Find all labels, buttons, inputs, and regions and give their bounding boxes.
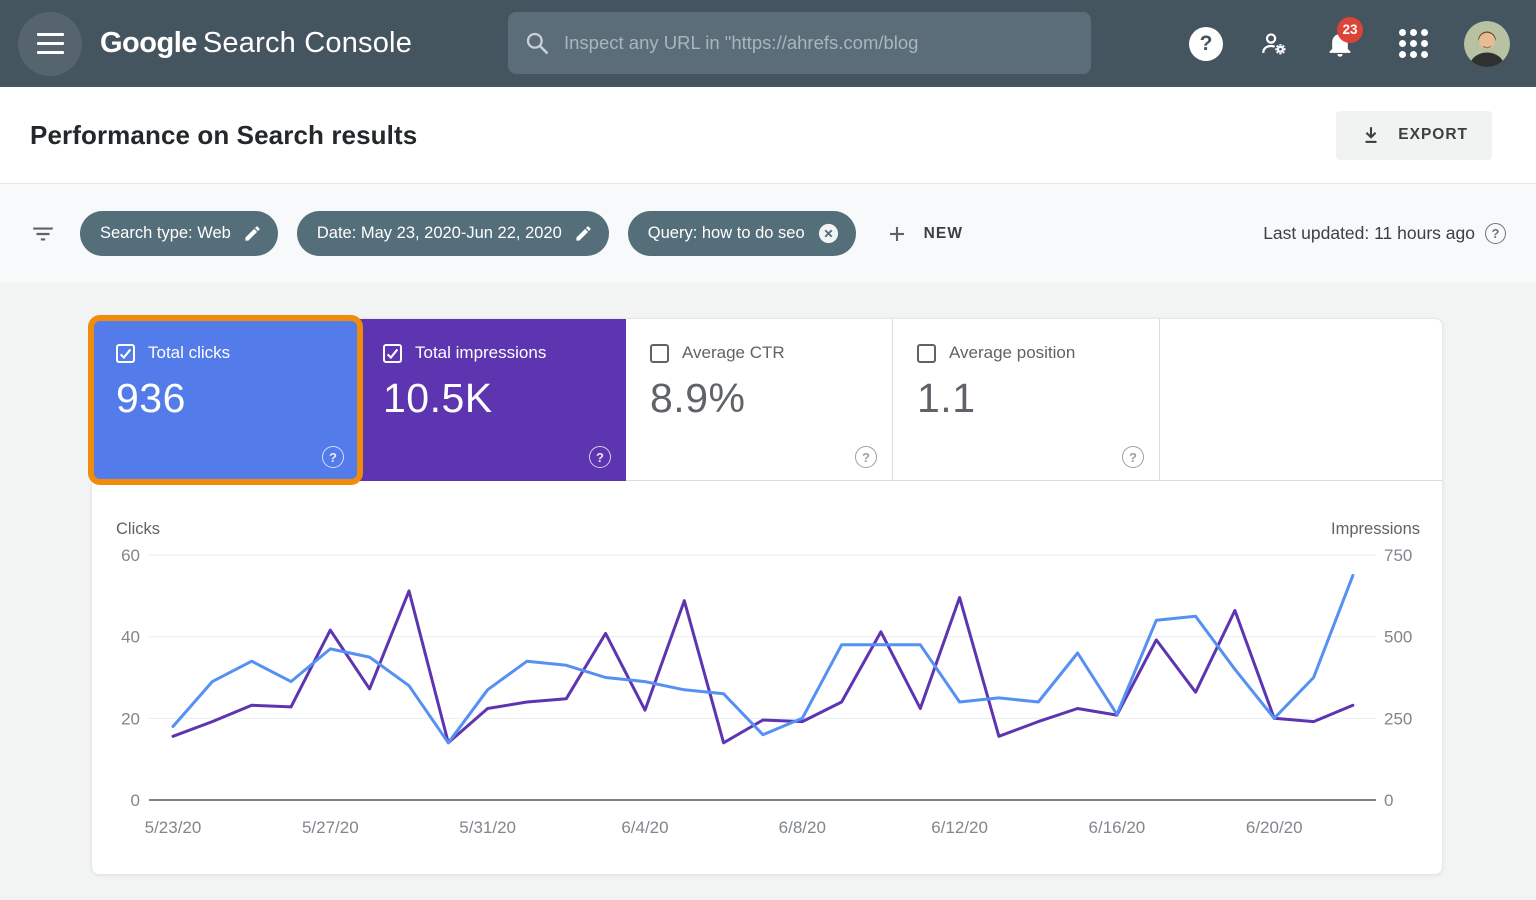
new-filter-button[interactable]: NEW — [885, 222, 963, 246]
x-tick-label: 6/8/20 — [779, 818, 826, 837]
user-avatar[interactable] — [1464, 21, 1510, 67]
title-bar: Performance on Search results EXPORT — [0, 87, 1536, 184]
apps-grid-icon — [1399, 29, 1428, 58]
x-tick-label: 6/20/20 — [1246, 818, 1303, 837]
right-axis-title: Impressions — [1331, 520, 1420, 538]
user-settings-icon — [1259, 30, 1289, 58]
checkbox-average-position[interactable] — [917, 344, 936, 363]
metric-value: 10.5K — [383, 375, 602, 422]
chart-area: Clicks Impressions 0 0 20 250 40 500 60 750 5/23/2… — [92, 517, 1442, 882]
apps-grid-button[interactable] — [1399, 29, 1428, 58]
right-tick-label: 0 — [1384, 791, 1393, 810]
chip-label: Search type: Web — [100, 224, 231, 243]
edit-pencil-icon[interactable] — [574, 224, 593, 243]
date-range-chip[interactable]: Date: May 23, 2020-Jun 22, 2020 — [297, 211, 609, 256]
query-chip[interactable]: Query: how to do seo — [628, 211, 856, 256]
checkbox-total-clicks[interactable] — [116, 344, 135, 363]
search-type-chip[interactable]: Search type: Web — [80, 211, 278, 256]
right-tick-label: 500 — [1384, 628, 1412, 647]
download-icon — [1360, 124, 1382, 146]
left-tick-label: 40 — [121, 628, 140, 647]
checkmark-icon — [386, 347, 399, 360]
search-input[interactable] — [564, 32, 1075, 54]
x-tick-label: 5/31/20 — [459, 818, 516, 837]
new-filter-label: NEW — [924, 225, 963, 243]
performance-card: Total clicks936?Total impressions10.5K?A… — [91, 318, 1443, 875]
app-logo[interactable]: GoogleSearch Console — [100, 27, 412, 60]
metric-value: 1.1 — [917, 375, 1135, 422]
logo-google: Google — [100, 27, 197, 59]
x-tick-label: 6/16/20 — [1089, 818, 1146, 837]
left-tick-label: 20 — [121, 709, 140, 728]
edit-pencil-icon[interactable] — [243, 224, 262, 243]
page-title: Performance on Search results — [30, 120, 417, 151]
metric-value: 936 — [116, 375, 335, 422]
metric-label: Average CTR — [682, 343, 785, 363]
right-tick-label: 250 — [1384, 709, 1412, 728]
filter-bar: Search type: Web Date: May 23, 2020-Jun 2… — [0, 184, 1536, 283]
last-updated: Last updated: 11 hours ago ? — [1263, 223, 1506, 244]
metric-help-icon[interactable]: ? — [1122, 446, 1144, 468]
performance-chart[interactable]: Clicks Impressions 0 0 20 250 40 500 60 750 5/23/2… — [92, 517, 1444, 877]
metric-label: Average position — [949, 343, 1075, 363]
logo-search-console: Search Console — [203, 27, 412, 59]
metric-value: 8.9% — [650, 375, 868, 422]
app-header: GoogleSearch Console ? 23 — [0, 0, 1536, 87]
export-button[interactable]: EXPORT — [1336, 111, 1492, 160]
hamburger-icon — [37, 33, 64, 54]
filter-button[interactable] — [30, 221, 56, 247]
url-inspect-searchbar[interactable] — [508, 12, 1091, 74]
x-tick-label: 5/23/20 — [145, 818, 202, 837]
filter-list-icon — [30, 221, 56, 247]
checkbox-total-impressions[interactable] — [383, 344, 402, 363]
x-tick-label: 6/12/20 — [931, 818, 988, 837]
last-updated-text: Last updated: 11 hours ago — [1263, 223, 1475, 244]
x-tick-label: 6/4/20 — [621, 818, 668, 837]
right-tick-label: 750 — [1384, 546, 1412, 565]
notification-badge: 23 — [1337, 17, 1363, 43]
help-icon[interactable]: ? — [1189, 27, 1223, 61]
metric-label: Total impressions — [415, 343, 546, 363]
checkbox-average-ctr[interactable] — [650, 344, 669, 363]
left-axis-title: Clicks — [116, 520, 160, 538]
metric-tiles-row: Total clicks936?Total impressions10.5K?A… — [92, 319, 1442, 481]
metric-tile-average-ctr[interactable]: Average CTR 8.9%? — [626, 319, 893, 481]
last-updated-help-icon[interactable]: ? — [1485, 223, 1506, 244]
remove-filter-icon[interactable] — [817, 222, 840, 245]
hamburger-menu-button[interactable] — [18, 12, 82, 76]
left-tick-label: 0 — [131, 791, 140, 810]
metric-tile-total-clicks[interactable]: Total clicks 936? — [92, 319, 359, 481]
chip-label: Date: May 23, 2020-Jun 22, 2020 — [317, 224, 562, 243]
left-tick-label: 60 — [121, 546, 140, 565]
x-tick-label: 5/27/20 — [302, 818, 359, 837]
metric-tile-total-impressions[interactable]: Total impressions 10.5K? — [359, 319, 626, 481]
checkmark-icon — [119, 347, 132, 360]
plus-icon — [885, 222, 909, 246]
avatar-photo — [1464, 21, 1510, 67]
metric-label: Total clicks — [148, 343, 230, 363]
search-icon — [524, 30, 550, 56]
metric-help-icon[interactable]: ? — [322, 446, 344, 468]
manage-users-button[interactable] — [1259, 30, 1289, 58]
metric-tile-average-position[interactable]: Average position 1.1? — [893, 319, 1160, 481]
chart-line-impressions — [173, 591, 1353, 743]
export-label: EXPORT — [1398, 126, 1468, 144]
metric-help-icon[interactable]: ? — [855, 446, 877, 468]
notifications-button[interactable]: 23 — [1325, 29, 1355, 59]
chip-label: Query: how to do seo — [648, 224, 805, 243]
main-content: Total clicks936?Total impressions10.5K?A… — [0, 283, 1536, 900]
metric-help-icon[interactable]: ? — [589, 446, 611, 468]
